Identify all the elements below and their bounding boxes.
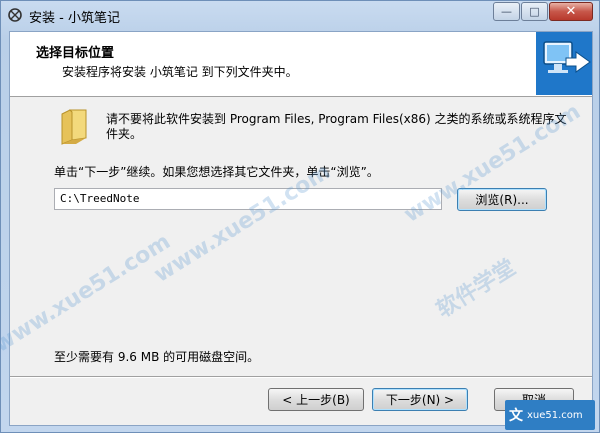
disk-space-text: 至少需要有 9.6 MB 的可用磁盘空间。 bbox=[54, 350, 260, 364]
caption-buttons: — □ ✕ bbox=[493, 2, 593, 21]
install-path-input[interactable]: C:\TreedNote bbox=[54, 188, 442, 210]
page-subtitle: 安装程序将安装 小筑笔记 到下列文件夹中。 bbox=[62, 65, 298, 79]
next-button[interactable]: 下一步(N) > bbox=[372, 388, 468, 411]
minimize-button[interactable]: — bbox=[493, 2, 520, 21]
close-button[interactable]: ✕ bbox=[549, 2, 593, 21]
folder-icon bbox=[61, 109, 87, 145]
window-title: 安装 - 小筑笔记 bbox=[29, 11, 120, 26]
app-icon bbox=[8, 8, 22, 22]
maximize-button[interactable]: □ bbox=[521, 2, 548, 21]
warning-description: 请不要将此软件安装到 Program Files, Program Files(… bbox=[106, 112, 567, 141]
footer-divider bbox=[10, 376, 592, 378]
instruction-text: 单击“下一步”继续。如果您想选择其它文件夹，单击“浏览”。 bbox=[54, 165, 379, 179]
watermark-corner-text: xue51.com bbox=[527, 409, 583, 421]
back-button[interactable]: < 上一步(B) bbox=[268, 388, 364, 411]
watermark-logo: 文 xue51.com bbox=[505, 400, 595, 430]
installer-window: 安装 - 小筑笔记 — □ ✕ 选择目标位置 安装程序将安装 小筑笔记 到下列文… bbox=[0, 0, 600, 433]
browse-button[interactable]: 浏览(R)... bbox=[457, 188, 547, 211]
page-title: 选择目标位置 bbox=[36, 46, 115, 61]
wizard-client-area: 选择目标位置 安装程序将安装 小筑笔记 到下列文件夹中。 请不要将此软件安装到 … bbox=[9, 31, 593, 426]
computer-arrow-icon bbox=[536, 32, 592, 95]
logo-mark-icon: 文 bbox=[509, 408, 523, 424]
title-bar[interactable]: 安装 - 小筑笔记 — □ ✕ bbox=[1, 1, 599, 29]
wizard-header: 选择目标位置 安装程序将安装 小筑笔记 到下列文件夹中。 bbox=[10, 32, 592, 97]
